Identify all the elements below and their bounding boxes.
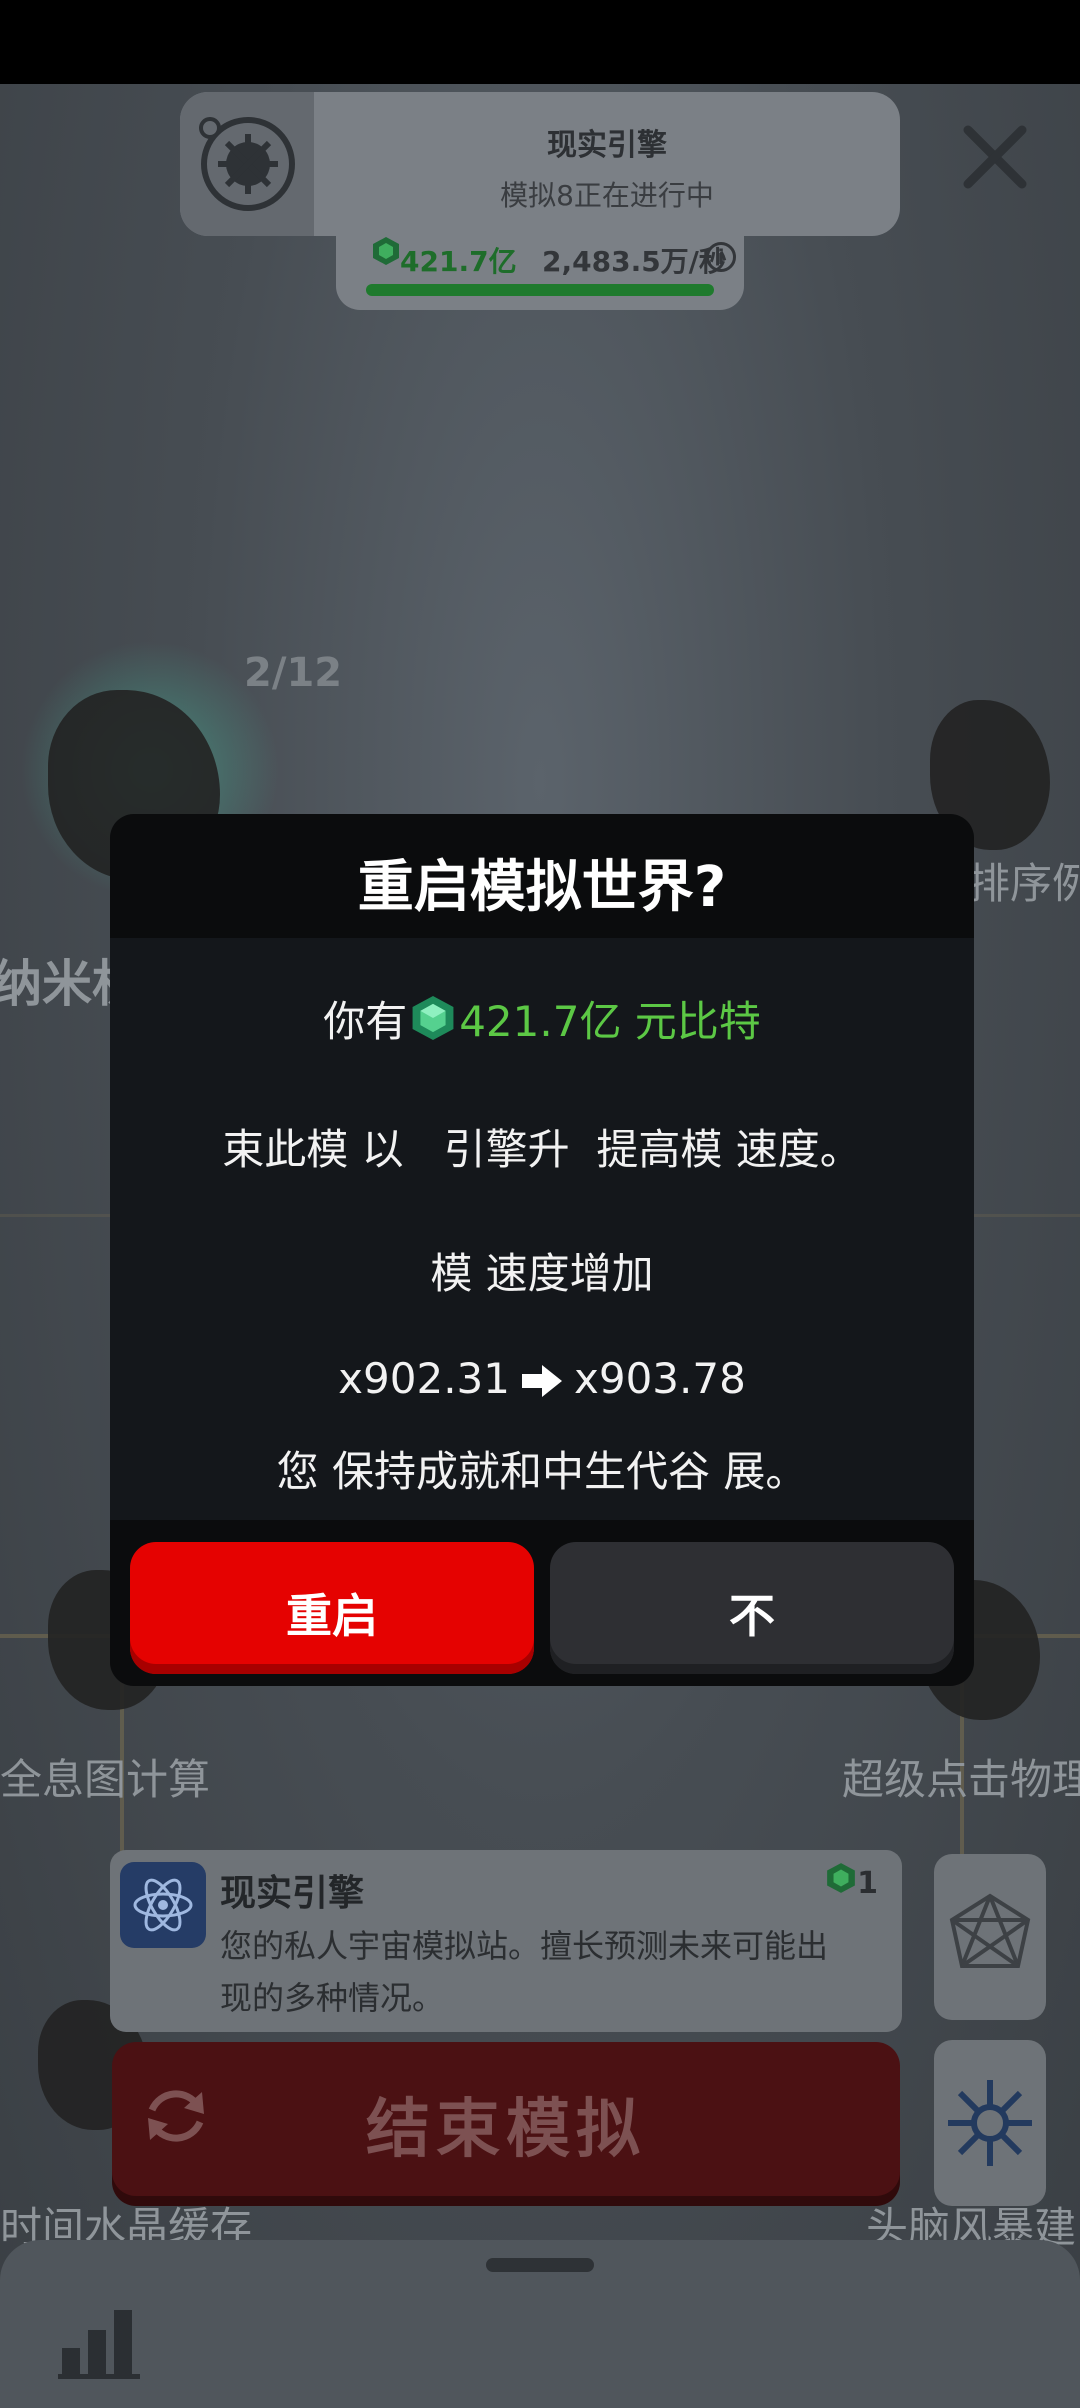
dialog-title: 重启模拟世界?: [357, 855, 727, 920]
engine-status: 模拟8正在进行中: [500, 179, 714, 212]
resource-progress-bar: [366, 284, 714, 296]
engine-gear-icon: [199, 117, 295, 211]
dialog-footer: 重启 不: [110, 1520, 974, 1686]
dialog-line-3: 您 保持成就和中生代谷 展。: [276, 1447, 808, 1496]
close-icon[interactable]: [960, 122, 1030, 192]
resource-rate: 2,483.5万/秒: [542, 245, 727, 278]
engine-icon-box: [180, 92, 314, 236]
atom-chip-icon: [120, 1862, 206, 1948]
end-simulation-button[interactable]: 结束模拟: [112, 2042, 900, 2196]
gem-icon: [373, 237, 399, 265]
bottom-sheet[interactable]: [0, 2240, 1080, 2408]
network-button[interactable]: [934, 1854, 1046, 2020]
network-icon: [949, 1893, 1031, 1968]
status-bar: [0, 0, 1080, 84]
description-text: 您的私人宇宙模拟站。擅长预测未来可能出现的多种情况。: [220, 1927, 829, 2017]
hub-button[interactable]: [934, 2040, 1046, 2206]
dialog-header: 重启模拟世界?: [110, 814, 974, 938]
dialog-body: 你有 421.7亿 元比特 束此模 以 引擎升 提高模 速度。 模 速度增加 x…: [110, 938, 974, 1520]
cancel-label: 不: [729, 1589, 775, 1643]
node-label-left-mid: 全息图计算: [0, 1755, 211, 1804]
description-title: 现实引擎: [220, 1873, 365, 1914]
restart-button[interactable]: 重启: [130, 1542, 534, 1674]
end-simulation-label: 结束模拟: [366, 2093, 646, 2167]
dialog-line-1: 束此模 以 引擎升 提高模 速度。: [222, 1125, 862, 1174]
dialog-line-2: 模 速度增加: [430, 1249, 654, 1298]
balance-value: 421.7亿 元比特: [459, 997, 761, 1046]
hub-icon: [948, 2080, 1032, 2166]
stats-icon[interactable]: [58, 2300, 140, 2380]
multiplier-to: x903.78: [574, 1354, 746, 1403]
info-icon[interactable]: i: [706, 242, 736, 272]
balance-label: 你有: [323, 997, 408, 1046]
arrow-right-icon: [522, 1365, 562, 1397]
restart-label: 重启: [286, 1589, 378, 1643]
engine-description-card[interactable]: 现实引擎 您的私人宇宙模拟站。擅长预测未来可能出现的多种情况。 1: [110, 1850, 902, 2032]
multiplier-row: x902.31 x903.78: [110, 1354, 974, 1403]
engine-card[interactable]: 现实引擎 模拟8正在进行中: [180, 92, 900, 236]
node-label-right-top: 排序例: [968, 859, 1080, 908]
resource-amount: 421.7亿: [400, 245, 517, 278]
sheet-handle[interactable]: [486, 2258, 594, 2272]
node-label-right-mid: 超级点击物理: [842, 1755, 1080, 1804]
page-counter: 2/12: [244, 650, 343, 696]
gem-icon: [827, 1863, 855, 1893]
resource-card[interactable]: 421.7亿 2,483.5万/秒 i: [336, 220, 744, 310]
engine-title: 现实引擎: [547, 128, 667, 163]
description-count: 1: [857, 1866, 878, 1901]
multiplier-from: x902.31: [338, 1354, 510, 1403]
gem-icon: [412, 996, 454, 1040]
cancel-button[interactable]: 不: [550, 1542, 954, 1674]
restart-dialog: 重启模拟世界? 你有 421.7亿 元比特 束此模 以 引擎升 提高模 速度。 …: [110, 814, 974, 1686]
balance-line: 你有 421.7亿 元比特: [110, 988, 974, 1049]
